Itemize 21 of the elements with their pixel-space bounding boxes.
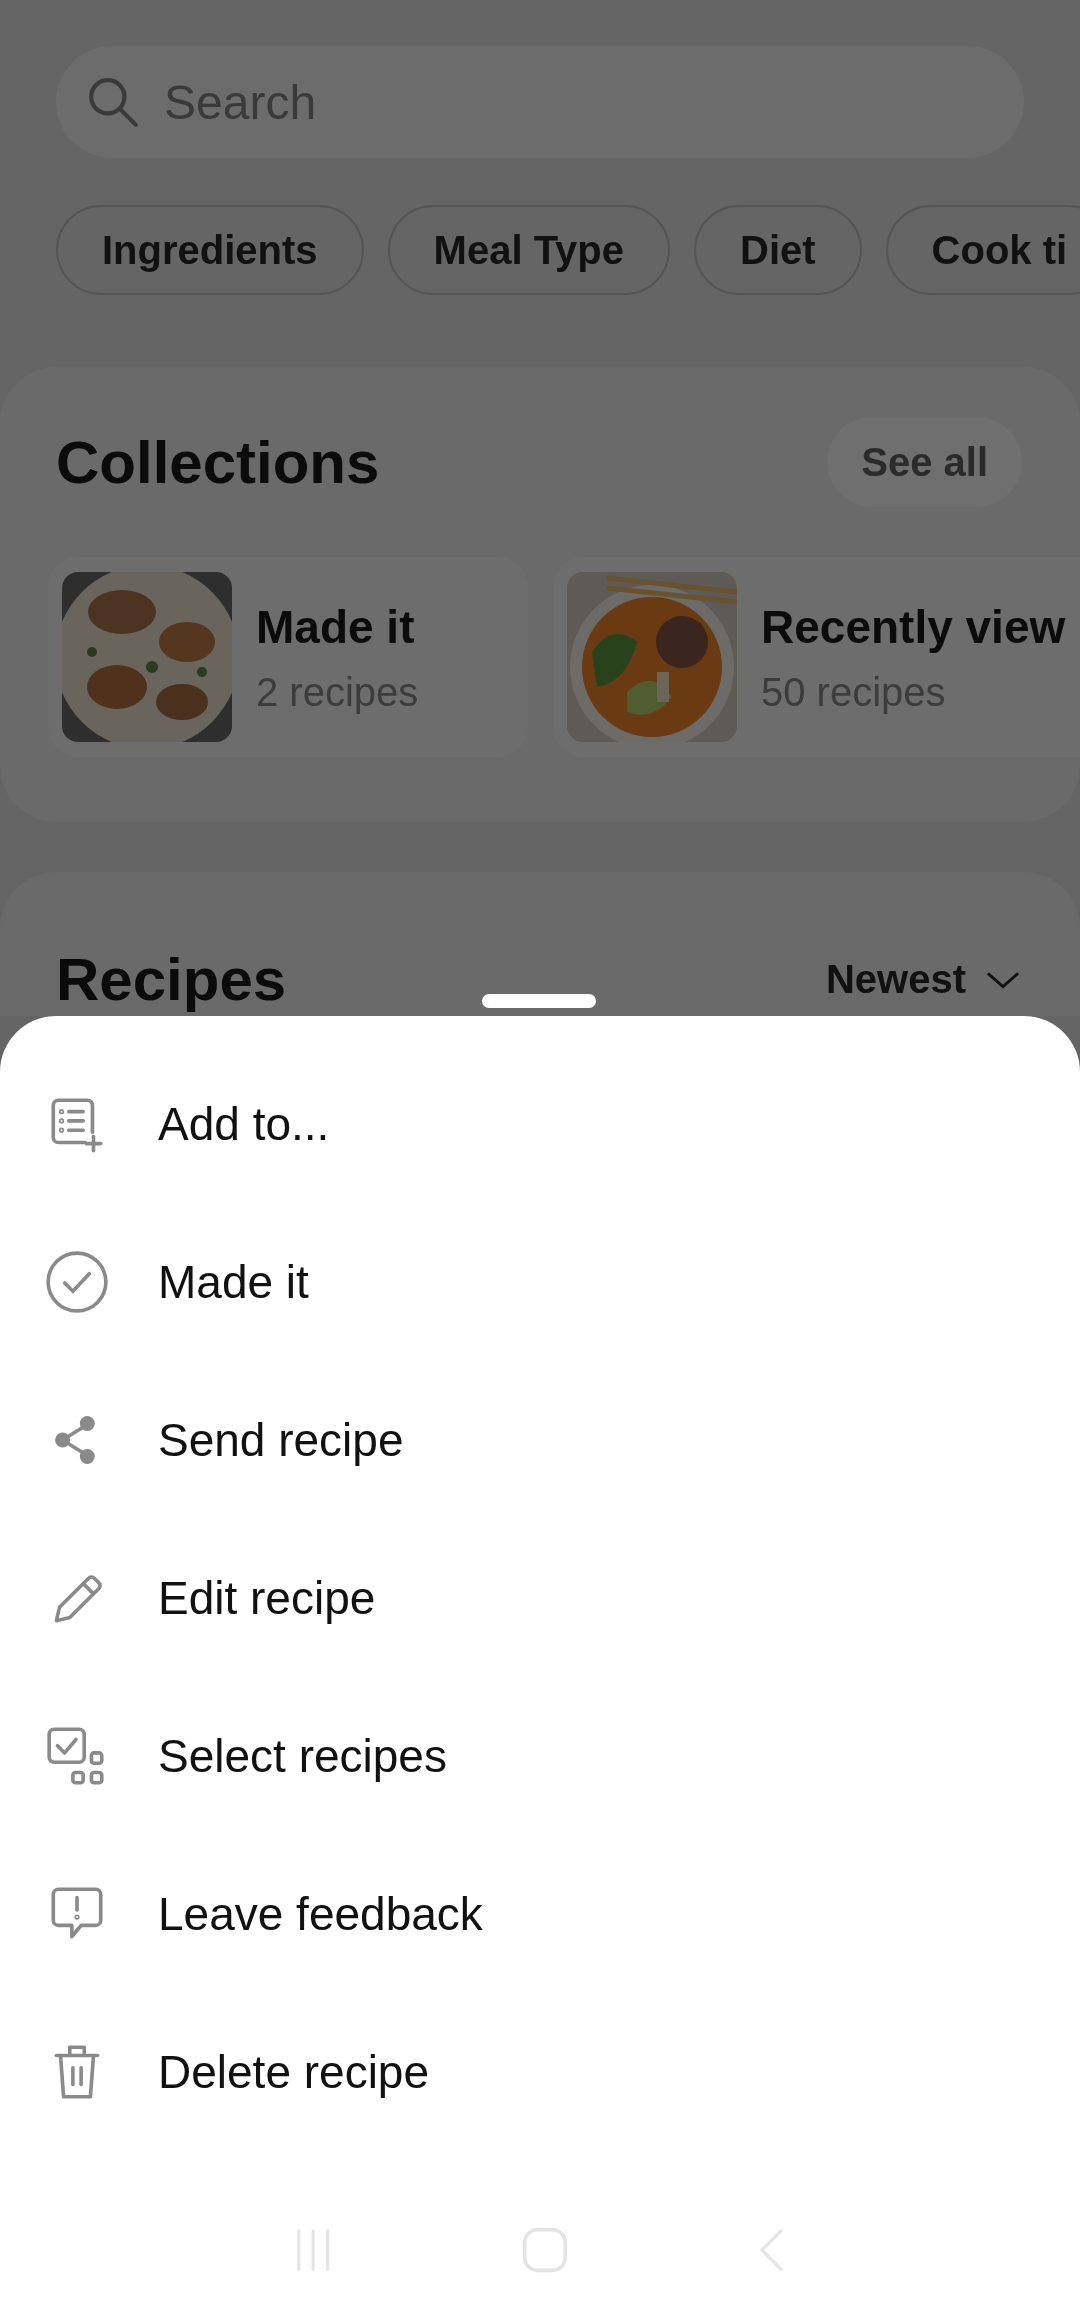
menu-item[interactable]: Add to... [0,1045,1080,1203]
menu-item[interactable]: Delete recipe [0,1993,1080,2151]
menu-item[interactable]: Select recipes [0,1677,1080,1835]
menu-item[interactable]: Leave feedback [0,1835,1080,1993]
filter-chip[interactable]: Meal Type [387,205,671,295]
back-icon[interactable] [757,2226,786,2274]
sort-dropdown[interactable]: Newest [825,957,1020,1002]
menu-item[interactable]: Edit recipe [0,1519,1080,1677]
collection-title: Made it [256,599,416,654]
home-icon[interactable] [520,2226,569,2274]
check-circle-icon [44,1249,110,1315]
drag-handle[interactable] [482,994,596,1008]
filter-chip[interactable]: Cook ti [885,205,1080,295]
filter-chip[interactable]: Diet [694,205,862,295]
collection-title: Recently view [761,599,1066,654]
menu-item[interactable]: Send recipe [0,1361,1080,1519]
menu-item[interactable]: Made it [0,1203,1080,1361]
section-title: Recipes [56,945,287,1014]
section-title: Collections [56,427,380,497]
filter-chip[interactable]: Ingredients [56,205,364,295]
see-all-button[interactable]: See all [827,417,1022,507]
